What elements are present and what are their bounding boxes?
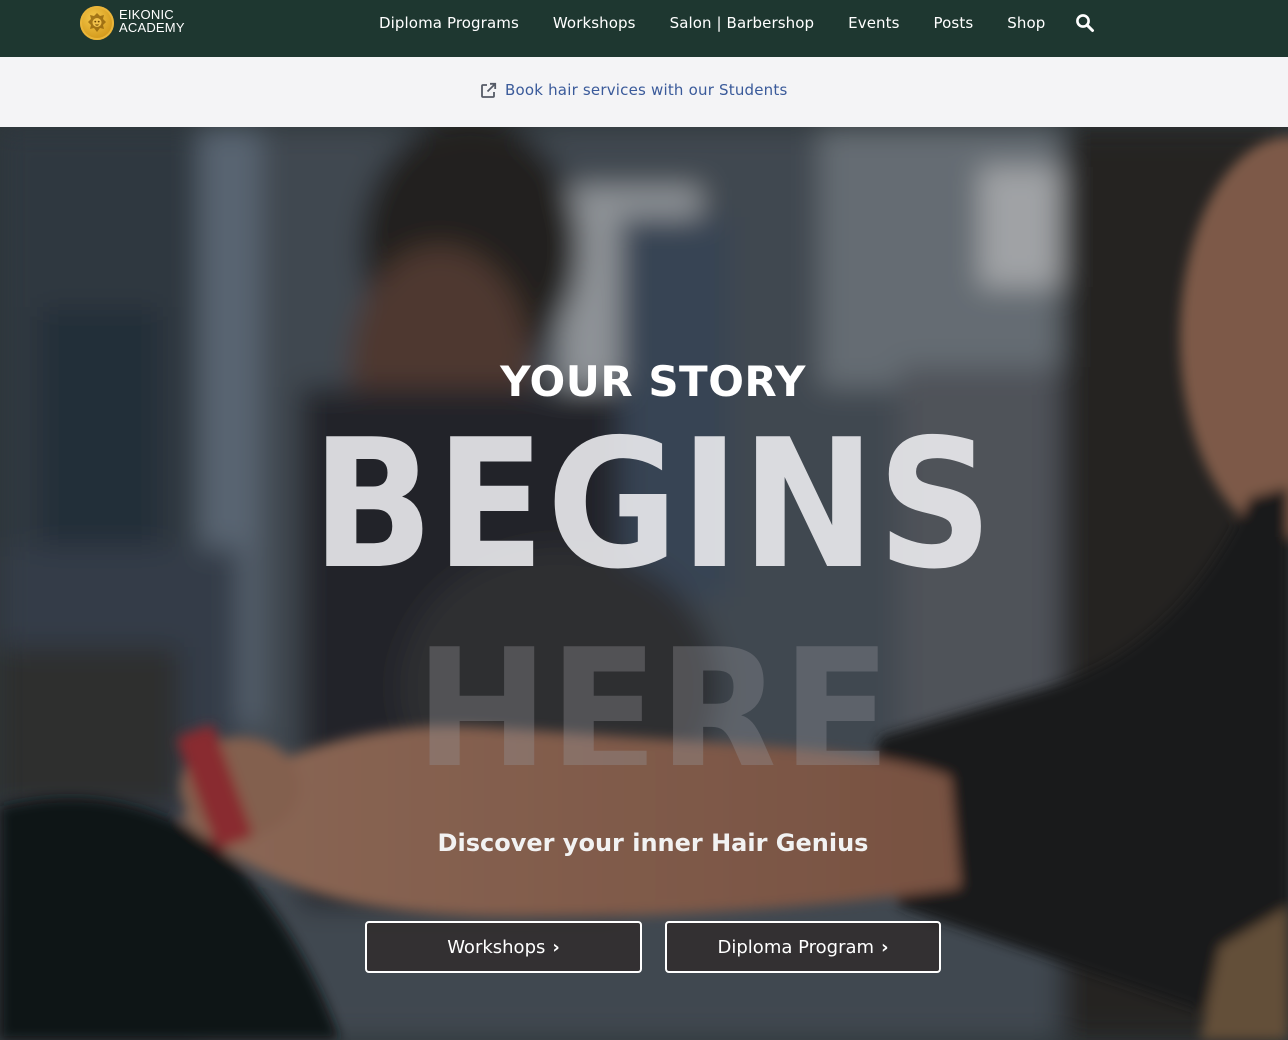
workshops-button-label: Workshops (447, 936, 546, 958)
brand-name-line2: ACADEMY (119, 19, 185, 35)
nav-item-workshops[interactable]: Workshops (536, 14, 653, 32)
chevron-right-icon: › (552, 936, 560, 958)
hero-subtitle: Discover your inner Hair Genius (437, 829, 869, 857)
hero-section: YOUR STORY BEGINS HERE Discover your inn… (0, 127, 1288, 1040)
search-icon[interactable] (1075, 13, 1095, 33)
diploma-program-button[interactable]: Diploma Program › (665, 921, 941, 973)
external-link-icon (481, 82, 497, 98)
site-logo[interactable]: EIKONIC ACADEMY (80, 6, 200, 42)
top-navigation-bar: EIKONIC ACADEMY Diploma Programs Worksho… (0, 0, 1288, 57)
hero-headline-line2: HERE (414, 625, 892, 765)
workshops-button[interactable]: Workshops › (365, 921, 642, 973)
book-hair-services-link[interactable]: Book hair services with our Students (480, 81, 788, 99)
nav-item-salon-barbershop[interactable]: Salon | Barbershop (653, 14, 832, 32)
main-menu: Diploma Programs Workshops Salon | Barbe… (362, 0, 1062, 46)
lion-head-icon (80, 6, 114, 40)
hero-eyebrow: YOUR STORY (500, 357, 806, 406)
nav-item-events[interactable]: Events (831, 14, 916, 32)
brand-name: EIKONIC ACADEMY (119, 8, 185, 35)
chevron-right-icon: › (881, 936, 889, 958)
book-hair-services-label: Book hair services with our Students (505, 81, 788, 99)
booking-notice-bar: Book hair services with our Students (0, 57, 1288, 127)
nav-item-shop[interactable]: Shop (990, 14, 1062, 32)
diploma-program-button-label: Diploma Program (717, 936, 875, 958)
hero-headline-line1: BEGINS (311, 401, 995, 608)
nav-item-posts[interactable]: Posts (917, 14, 991, 32)
nav-item-diploma-programs[interactable]: Diploma Programs (362, 14, 536, 32)
